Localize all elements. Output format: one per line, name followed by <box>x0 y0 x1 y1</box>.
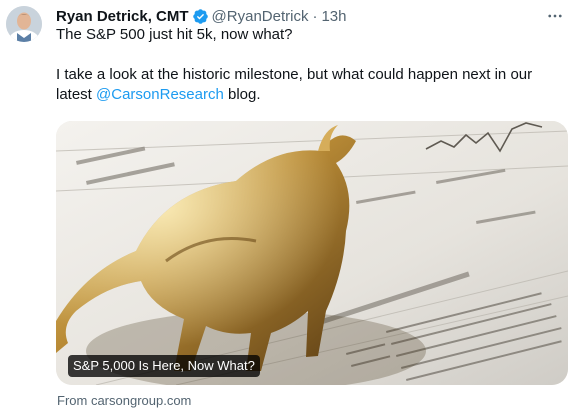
link-card[interactable]: S&P 5,000 Is Here, Now What? <box>56 121 568 385</box>
tweet-line-1: The S&P 500 just hit 5k, now what? <box>56 26 293 43</box>
mention-link[interactable]: @CarsonResearch <box>96 86 224 103</box>
tweet-text: The S&P 500 just hit 5k, now what? I tak… <box>56 25 566 105</box>
card-source[interactable]: From carsongroup.com <box>57 393 191 408</box>
timestamp[interactable]: 13h <box>321 8 346 25</box>
author-display-name[interactable]: Ryan Detrick, CMT <box>56 8 189 25</box>
tweet-header: Ryan Detrick, CMT @RyanDetrick · 13h <box>56 6 347 26</box>
card-title: S&P 5,000 Is Here, Now What? <box>68 355 260 377</box>
avatar[interactable] <box>6 6 42 42</box>
verified-badge-icon <box>192 8 209 25</box>
card-image <box>56 121 568 385</box>
tweet-line-2: I take a look at the historic milestone,… <box>56 65 566 105</box>
separator-dot: · <box>312 7 318 25</box>
tweet-line-2-end: blog. <box>223 86 261 103</box>
author-handle[interactable]: @RyanDetrick <box>212 8 309 25</box>
